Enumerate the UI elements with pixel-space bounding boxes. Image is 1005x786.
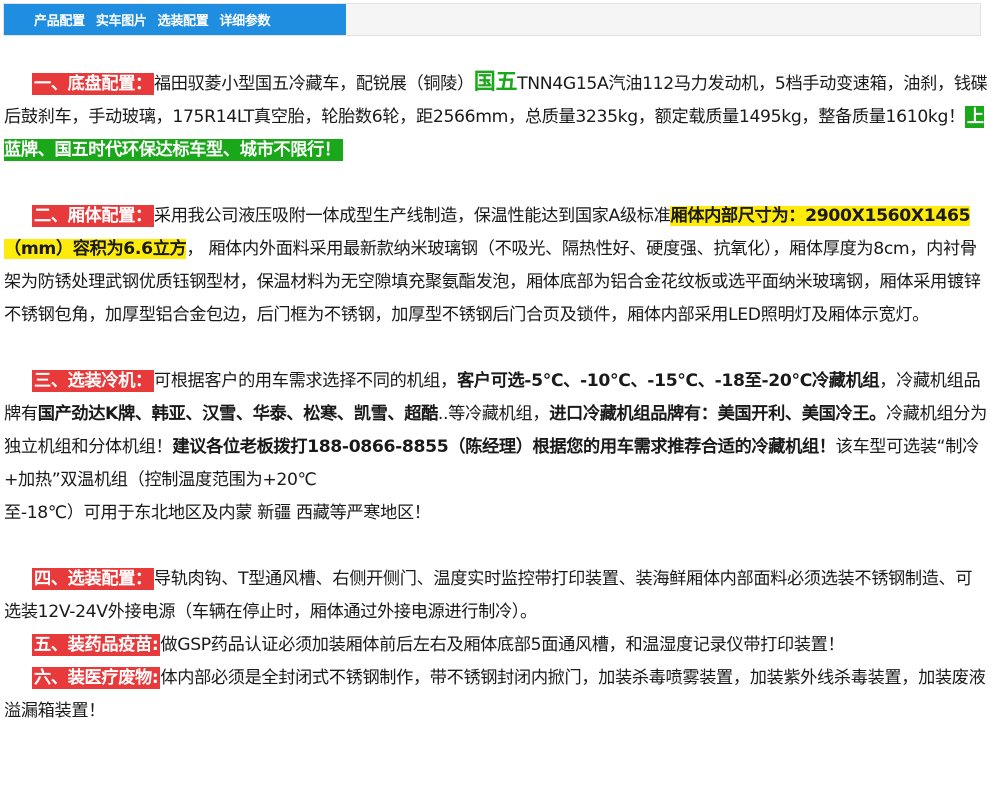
tab-strip: 产品配置 实车图片 选装配置 详细参数 — [4, 4, 346, 35]
section-refrigeration-unit: 三、选装冷机： 可根据客户的用车需求选择不同的机组，客户可选-5℃、-10℃、-1… — [4, 365, 989, 530]
section-medicine-vaccine: 五、装药品疫苗: 做GSP药品认证必须加装厢体前后左右及厢体底部5面通风槽，和温湿… — [4, 629, 989, 662]
tab-detailed-params[interactable]: 详细参数 — [219, 10, 270, 29]
tab-product-config[interactable]: 产品配置 — [34, 10, 85, 29]
tab-optional-config[interactable]: 选装配置 — [158, 10, 209, 29]
section-heading: 一、底盘配置： — [32, 73, 154, 95]
section-heading: 四、选装配置： — [32, 568, 154, 590]
bold-text: 国产劲达K牌、韩亚、汉雪、华泰、松寒、凯雪、超酷 — [37, 404, 439, 424]
section-heading: 六、装医疗废物: — [32, 667, 161, 689]
section-body-config: 二、厢体配置： 采用我公司液压吸附一体成型生产线制造，保温性能达到国家A级标准厢体… — [4, 200, 989, 332]
bold-text: 建议各位老板拨打188-0866-8855（陈经理）根据您的用车需求推荐合适的冷… — [172, 437, 836, 457]
section-text: 采用我公司液压吸附一体成型生产线制造，保温性能达到国家A级标准 — [153, 206, 671, 226]
section-optional-config: 四、选装配置： 导轨肉钩、T型通风槽、右侧开侧门、温度实时监控带打印装置、装海鲜厢… — [4, 563, 989, 629]
section-text: ..等冷藏机组， — [437, 404, 550, 424]
section-medical-waste: 六、装医疗废物: 体内部必须是全封闭式不锈钢制作，带不锈钢封闭内掀门，加装杀毒喷雾… — [4, 662, 989, 728]
guowu-emphasis: 国五 — [473, 70, 518, 95]
tab-real-car-photos[interactable]: 实车图片 — [96, 10, 147, 29]
section-heading: 五、装药品疫苗: — [32, 634, 161, 656]
section-chassis: 一、底盘配置： 福田驭菱小型国五冷藏车，配锐展（铜陵）国五TNN4G15A汽油11… — [4, 66, 989, 167]
section-text: 福田驭菱小型国五冷藏车，配锐展（铜陵） — [153, 74, 474, 94]
section-text: 做GSP药品认证必须加装厢体前后左右及厢体底部5面通风槽，和温湿度记录仪带打印装… — [160, 635, 845, 655]
section-heading: 三、选装冷机： — [32, 370, 154, 392]
tab-bar: 产品配置 实车图片 选装配置 详细参数 — [3, 3, 981, 36]
section-heading: 二、厢体配置： — [32, 205, 154, 227]
section-text: 可根据客户的用车需求选择不同的机组， — [153, 371, 457, 391]
spec-content: 一、底盘配置： 福田驭菱小型国五冷藏车，配锐展（铜陵）国五TNN4G15A汽油11… — [4, 66, 989, 728]
bold-text: 客户可选-5℃、-10℃、-15℃、-18至-20℃冷藏机组 — [456, 371, 880, 391]
bold-text: 进口冷藏机组品牌有：美国开利、美国冷王。 — [549, 404, 886, 424]
section-text: 至-18℃）可用于东北地区及内蒙 新疆 西藏等严寒地区！ — [4, 503, 431, 523]
